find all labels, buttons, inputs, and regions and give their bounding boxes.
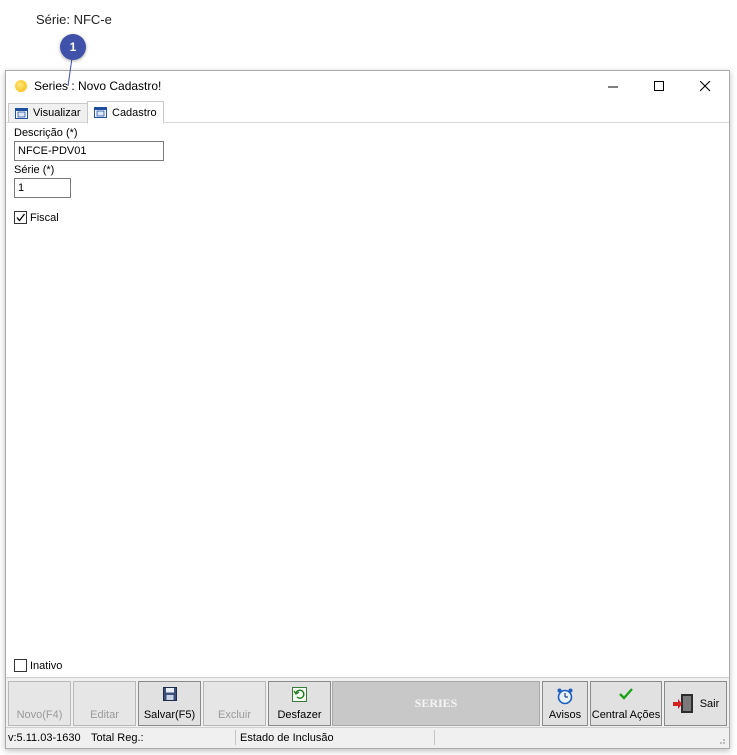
- tab-visualizar-label: Visualizar: [33, 107, 81, 119]
- resize-grip-icon[interactable]: [718, 737, 726, 745]
- serie-label: Série (*): [14, 164, 55, 176]
- salvar-button[interactable]: Salvar(F5): [138, 681, 201, 726]
- series-banner-text: SERIES: [414, 696, 458, 710]
- estado-text: Estado de Inclusão: [240, 732, 334, 744]
- checkmark-icon: [16, 213, 26, 222]
- descricao-label: Descrição (*): [14, 127, 78, 139]
- sair-button[interactable]: Sair: [664, 681, 727, 726]
- fiscal-checkbox-box[interactable]: [14, 211, 27, 224]
- total-reg-text: Total Reg.:: [91, 732, 144, 744]
- serie-input[interactable]: [14, 178, 71, 198]
- series-banner: SERIES: [332, 681, 540, 726]
- action-toolbar: Novo(F4) Editar Salvar(F5) Excluir Desfa…: [6, 677, 729, 728]
- central-acoes-label: Central Ações: [591, 709, 661, 721]
- callout-line: [67, 57, 73, 87]
- inativo-checkbox[interactable]: Inativo: [14, 659, 62, 672]
- tab-strip: Visualizar Cadastro: [6, 101, 729, 124]
- form-area: Descrição (*) Série (*) Fiscal Inativo: [6, 123, 729, 675]
- central-acoes-button[interactable]: Central Ações: [590, 681, 662, 726]
- desfazer-button[interactable]: Desfazer: [268, 681, 331, 726]
- status-divider: [434, 730, 435, 745]
- tab-visualizar[interactable]: Visualizar: [8, 103, 88, 122]
- alarm-clock-icon: [557, 688, 573, 705]
- exit-door-icon: [672, 693, 693, 713]
- descricao-input[interactable]: [14, 141, 164, 161]
- excluir-button[interactable]: Excluir: [203, 681, 266, 726]
- tab-cadastro-label: Cadastro: [112, 106, 157, 119]
- version-text: v:5.11.03-1630: [8, 732, 81, 744]
- novo-label: Novo(F4): [16, 709, 63, 721]
- undo-icon: [292, 687, 307, 702]
- excluir-label: Excluir: [217, 709, 251, 721]
- inativo-label: Inativo: [30, 659, 63, 672]
- avisos-label: Avisos: [548, 709, 582, 721]
- editar-label: Editar: [90, 709, 119, 721]
- novo-button[interactable]: Novo(F4): [8, 681, 71, 726]
- salvar-label: Salvar(F5): [143, 709, 196, 721]
- tab-cadastro[interactable]: Cadastro: [87, 101, 164, 124]
- sair-label: Sair: [699, 697, 720, 710]
- fiscal-label: Fiscal: [30, 211, 59, 224]
- status-divider: [235, 730, 236, 745]
- window-icon: [94, 107, 107, 118]
- editar-button[interactable]: Editar: [73, 681, 136, 726]
- fiscal-checkbox[interactable]: Fiscal: [14, 211, 59, 224]
- desfazer-label: Desfazer: [277, 709, 322, 721]
- inativo-checkbox-box[interactable]: [14, 659, 27, 672]
- callout-badge: 1: [60, 34, 86, 60]
- avisos-button[interactable]: Avisos: [542, 681, 588, 726]
- checkmark-icon: [619, 688, 633, 700]
- app-window: Series : Novo Cadastro! Visualizar Cadas…: [5, 70, 730, 749]
- window-icon: [15, 107, 28, 119]
- status-bar: v:5.11.03-1630 Total Reg.: Estado de Inc…: [6, 727, 729, 748]
- save-icon: [162, 687, 177, 701]
